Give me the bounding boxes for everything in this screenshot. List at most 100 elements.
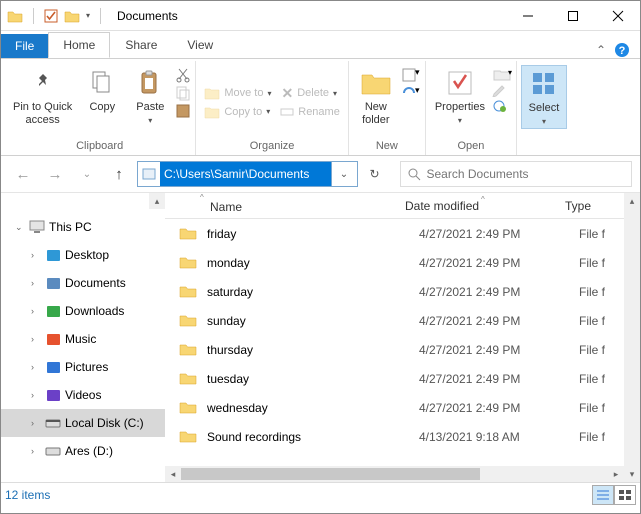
address-input[interactable] [160, 162, 331, 186]
cut-icon[interactable] [175, 67, 191, 83]
svg-text:?: ? [619, 45, 626, 57]
select-icon [531, 71, 557, 97]
svg-text:▾: ▾ [415, 67, 420, 77]
address-bar[interactable]: ⌄ [137, 161, 358, 187]
column-headers: ^Name Date modified^ Type [165, 193, 640, 219]
new-folder-button[interactable]: New folder [353, 65, 399, 128]
move-to-button[interactable]: Move to▾ [200, 84, 275, 103]
navigation-pane[interactable]: ▴ ⌄This PC›Desktop›Documents›Downloads›M… [1, 193, 165, 482]
search-icon [407, 167, 421, 181]
file-date: 4/27/2021 2:49 PM [419, 256, 579, 270]
minimize-button[interactable] [505, 1, 550, 30]
column-date[interactable]: Date modified^ [405, 199, 565, 213]
open-icon[interactable]: ▾ [492, 67, 512, 81]
group-organize-label: Organize [250, 138, 295, 155]
edit-icon[interactable] [492, 83, 508, 97]
copy-to-button[interactable]: Copy to▾ [200, 104, 274, 120]
address-dropdown[interactable]: ⌄ [331, 162, 357, 186]
up-button[interactable]: ↑ [105, 160, 133, 188]
scroll-thumb[interactable] [181, 468, 480, 480]
file-row[interactable]: saturday 4/27/2021 2:49 PM File f [165, 277, 640, 306]
sidebar-item-local-disk-c[interactable]: ›Local Disk (C:) [1, 409, 165, 437]
file-date: 4/27/2021 2:49 PM [419, 343, 579, 357]
copy-path-icon[interactable] [175, 85, 191, 101]
close-button[interactable] [595, 1, 640, 30]
pin-icon [31, 71, 55, 95]
easy-access-icon[interactable]: ▾ [401, 85, 421, 101]
file-row[interactable]: tuesday 4/27/2021 2:49 PM File f [165, 364, 640, 393]
qat-dropdown[interactable]: ▾ [86, 11, 90, 20]
properties-button[interactable]: Properties ▾ [430, 65, 490, 127]
collapse-ribbon-icon[interactable]: ⌃ [596, 43, 606, 57]
forward-button[interactable]: → [41, 160, 69, 188]
copy-button[interactable]: Copy [79, 65, 125, 116]
svg-text:▾: ▾ [508, 68, 512, 77]
scroll-right-button[interactable]: ▸ [608, 466, 624, 482]
file-row[interactable]: Sound recordings 4/13/2021 9:18 AM File … [165, 422, 640, 451]
file-name: sunday [207, 314, 419, 328]
pin-to-quick-access-button[interactable]: Pin to Quick access [8, 65, 77, 128]
folder-icon [179, 255, 197, 271]
vertical-scrollbar[interactable]: ▴ ▾ [624, 193, 640, 482]
paste-icon [139, 70, 161, 96]
separator [33, 8, 34, 24]
file-row[interactable]: friday 4/27/2021 2:49 PM File f [165, 219, 640, 248]
recent-dropdown[interactable]: ⌄ [73, 160, 101, 188]
qat-folder-icon[interactable] [64, 9, 80, 23]
scroll-left-button[interactable]: ◂ [165, 466, 181, 482]
refresh-button[interactable]: ↻ [362, 161, 388, 187]
file-view: ^Name Date modified^ Type friday 4/27/20… [165, 193, 640, 482]
folder-icon [179, 226, 197, 242]
maximize-button[interactable] [550, 1, 595, 30]
tab-view[interactable]: View [172, 32, 228, 58]
file-row[interactable]: sunday 4/27/2021 2:49 PM File f [165, 306, 640, 335]
sidebar-scroll-up[interactable]: ▴ [149, 193, 165, 209]
sidebar-item-this-pc[interactable]: ⌄This PC [1, 213, 165, 241]
sidebar-item-downloads[interactable]: ›Downloads [1, 297, 165, 325]
file-row[interactable]: wednesday 4/27/2021 2:49 PM File f [165, 393, 640, 422]
sidebar-item-ares-d[interactable]: ›Ares (D:) [1, 437, 165, 465]
tab-file[interactable]: File [1, 34, 48, 58]
tab-share[interactable]: Share [110, 32, 172, 58]
select-button[interactable]: Select ▾ [521, 65, 567, 129]
search-input[interactable] [427, 167, 626, 181]
file-type: File f [579, 372, 605, 386]
status-bar: 12 items [1, 482, 640, 506]
help-icon[interactable]: ? [614, 42, 630, 58]
checkbox-icon[interactable] [44, 9, 58, 23]
back-button[interactable]: ← [9, 160, 37, 188]
file-name: thursday [207, 343, 419, 357]
ribbon: Pin to Quick access Copy Paste ▾ Clipboa… [1, 58, 640, 156]
folder-icon [179, 284, 197, 300]
properties-icon [446, 69, 474, 97]
file-row[interactable]: monday 4/27/2021 2:49 PM File f [165, 248, 640, 277]
paste-shortcut-icon[interactable] [175, 103, 191, 119]
file-type: File f [579, 285, 605, 299]
thumbnails-view-button[interactable] [614, 485, 636, 505]
sidebar-item-videos[interactable]: ›Videos [1, 381, 165, 409]
details-view-button[interactable] [592, 485, 614, 505]
column-name[interactable]: ^Name [165, 189, 405, 222]
scroll-down-button[interactable]: ▾ [624, 466, 640, 482]
file-type: File f [579, 256, 605, 270]
folder-icon [179, 313, 197, 329]
rename-button[interactable]: Rename [276, 104, 344, 120]
scroll-up-button[interactable]: ▴ [624, 193, 640, 209]
file-name: monday [207, 256, 419, 270]
sidebar-item-pictures[interactable]: ›Pictures [1, 353, 165, 381]
new-item-icon[interactable]: ▾ [401, 67, 421, 83]
search-box[interactable] [400, 161, 633, 187]
delete-button[interactable]: ✕Delete▾ [277, 84, 341, 103]
tab-home[interactable]: Home [48, 32, 110, 58]
sidebar-item-desktop[interactable]: ›Desktop [1, 241, 165, 269]
history-icon[interactable] [492, 99, 508, 113]
horizontal-scrollbar[interactable]: ◂ ▸ [165, 466, 624, 482]
sidebar-item-documents[interactable]: ›Documents [1, 269, 165, 297]
ribbon-tabs: File Home Share View ⌃ ? [1, 31, 640, 58]
sidebar-item-music[interactable]: ›Music [1, 325, 165, 353]
file-list[interactable]: friday 4/27/2021 2:49 PM File f monday 4… [165, 219, 640, 482]
paste-button[interactable]: Paste ▾ [127, 65, 173, 127]
file-row[interactable]: thursday 4/27/2021 2:49 PM File f [165, 335, 640, 364]
file-type: File f [579, 401, 605, 415]
rename-icon [280, 106, 294, 118]
